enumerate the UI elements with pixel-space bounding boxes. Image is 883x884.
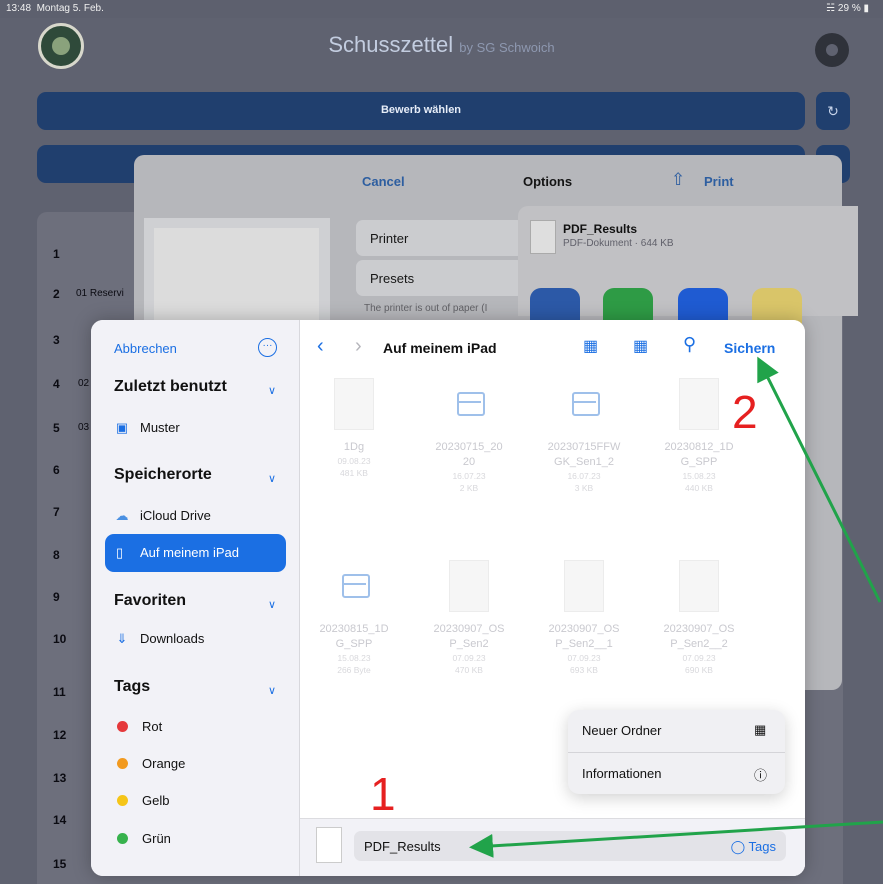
arrow-to-filename [469, 820, 883, 858]
arrow-to-save [757, 356, 882, 603]
annotation-arrows [469, 356, 883, 858]
